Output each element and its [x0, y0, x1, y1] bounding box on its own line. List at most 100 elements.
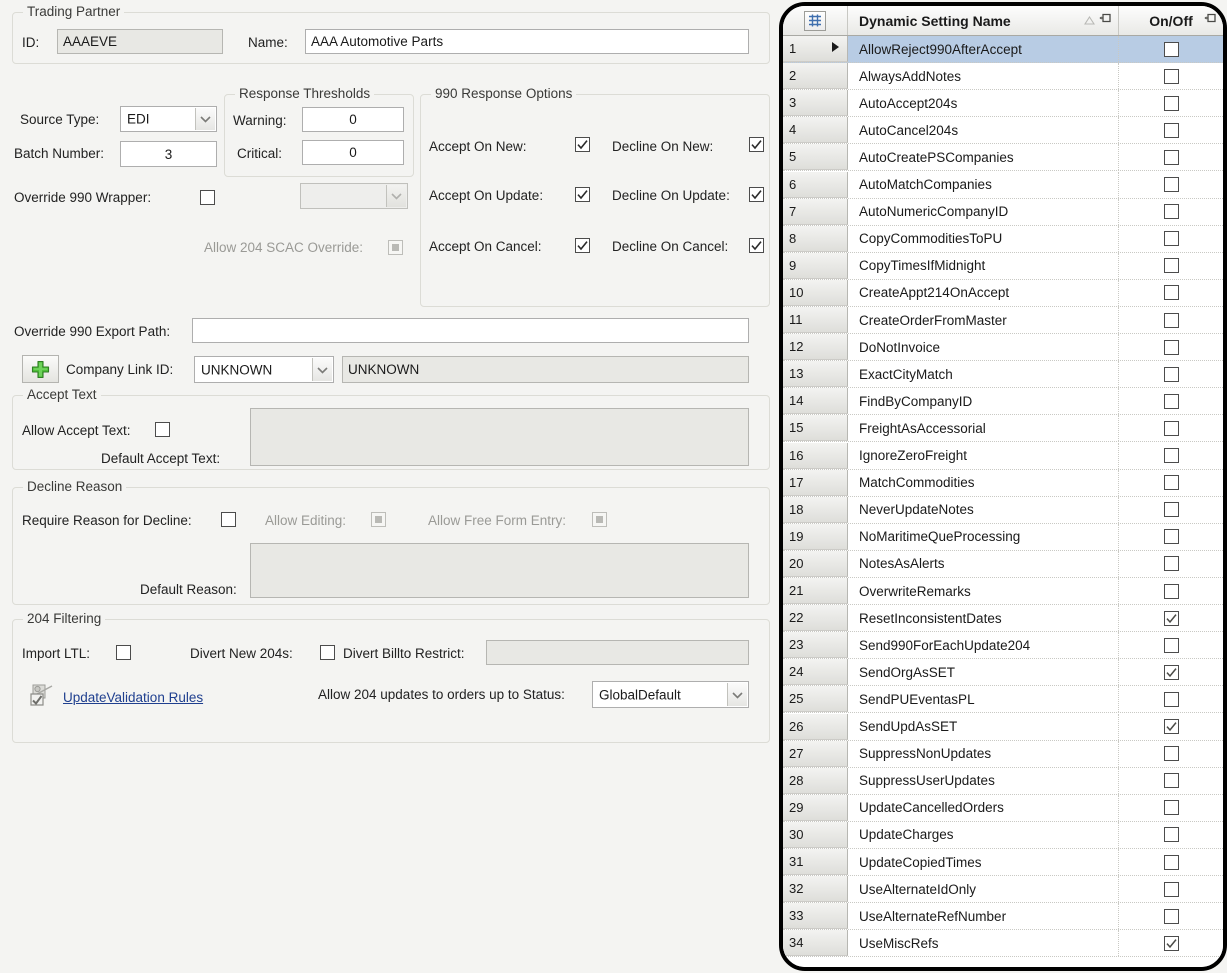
table-row[interactable]: 31UpdateCopiedTimes: [783, 849, 1223, 876]
row-number-cell[interactable]: 7: [783, 199, 848, 225]
row-number-cell[interactable]: 30: [783, 822, 848, 848]
grid-header-name-cell[interactable]: Dynamic Setting Name: [848, 6, 1119, 35]
setting-name-cell[interactable]: ExactCityMatch: [848, 361, 1119, 387]
table-row[interactable]: 25SendPUEventasPL: [783, 686, 1223, 713]
import-ltl-checkbox[interactable]: [116, 645, 131, 660]
row-number-cell[interactable]: 2: [783, 63, 848, 89]
row-number-cell[interactable]: 26: [783, 714, 848, 740]
setting-name-cell[interactable]: SuppressNonUpdates: [848, 741, 1119, 767]
table-row[interactable]: 24SendOrgAsSET: [783, 659, 1223, 686]
setting-name-cell[interactable]: FreightAsAccessorial: [848, 415, 1119, 441]
row-number-cell[interactable]: 16: [783, 443, 848, 469]
setting-onoff-cell[interactable]: [1119, 903, 1223, 929]
setting-checkbox[interactable]: [1164, 96, 1179, 111]
setting-name-cell[interactable]: UseAlternateIdOnly: [848, 876, 1119, 902]
setting-onoff-cell[interactable]: [1119, 199, 1223, 225]
divert-billto-restrict-field[interactable]: [486, 640, 749, 665]
setting-onoff-cell[interactable]: [1119, 741, 1223, 767]
table-row[interactable]: 21OverwriteRemarks: [783, 578, 1223, 605]
row-number-cell[interactable]: 10: [783, 280, 848, 306]
setting-checkbox[interactable]: [1164, 231, 1179, 246]
setting-checkbox[interactable]: [1164, 123, 1179, 138]
setting-checkbox[interactable]: [1164, 719, 1179, 734]
setting-name-cell[interactable]: UpdateCopiedTimes: [848, 849, 1119, 875]
setting-checkbox[interactable]: [1164, 882, 1179, 897]
setting-onoff-cell[interactable]: [1119, 551, 1223, 577]
setting-onoff-cell[interactable]: [1119, 388, 1223, 414]
setting-name-cell[interactable]: AutoMatchCompanies: [848, 172, 1119, 198]
setting-onoff-cell[interactable]: [1119, 443, 1223, 469]
table-row[interactable]: 9CopyTimesIfMidnight: [783, 253, 1223, 280]
row-number-cell[interactable]: 11: [783, 307, 848, 333]
setting-onoff-cell[interactable]: [1119, 280, 1223, 306]
setting-checkbox[interactable]: [1164, 529, 1179, 544]
row-number-cell[interactable]: 32: [783, 876, 848, 902]
setting-onoff-cell[interactable]: [1119, 524, 1223, 550]
table-row[interactable]: 7AutoNumericCompanyID: [783, 199, 1223, 226]
setting-name-cell[interactable]: ResetInconsistentDates: [848, 605, 1119, 631]
setting-name-cell[interactable]: CreateOrderFromMaster: [848, 307, 1119, 333]
setting-onoff-cell[interactable]: [1119, 795, 1223, 821]
add-company-link-button[interactable]: [22, 355, 59, 383]
row-number-cell[interactable]: 5: [783, 144, 848, 170]
row-number-cell[interactable]: 25: [783, 686, 848, 712]
setting-onoff-cell[interactable]: [1119, 36, 1223, 62]
row-number-cell[interactable]: 1: [783, 36, 848, 62]
setting-checkbox[interactable]: [1164, 475, 1179, 490]
row-number-cell[interactable]: 4: [783, 117, 848, 143]
setting-name-cell[interactable]: UseMiscRefs: [848, 930, 1119, 956]
setting-checkbox[interactable]: [1164, 367, 1179, 382]
setting-checkbox[interactable]: [1164, 692, 1179, 707]
table-row[interactable]: 28SuppressUserUpdates: [783, 768, 1223, 795]
table-row[interactable]: 15FreightAsAccessorial: [783, 415, 1223, 442]
setting-checkbox[interactable]: [1164, 42, 1179, 57]
allow-204-updates-status-combo[interactable]: GlobalDefault: [592, 681, 749, 708]
warning-threshold-field[interactable]: [302, 107, 404, 132]
setting-checkbox[interactable]: [1164, 150, 1179, 165]
row-number-cell[interactable]: 9: [783, 253, 848, 279]
setting-checkbox[interactable]: [1164, 584, 1179, 599]
setting-onoff-cell[interactable]: [1119, 768, 1223, 794]
setting-checkbox[interactable]: [1164, 800, 1179, 815]
setting-checkbox[interactable]: [1164, 638, 1179, 653]
row-number-cell[interactable]: 20: [783, 551, 848, 577]
setting-name-cell[interactable]: OverwriteRemarks: [848, 578, 1119, 604]
accept-on-new-checkbox[interactable]: [575, 137, 590, 152]
chevron-down-icon[interactable]: [386, 185, 406, 207]
setting-checkbox[interactable]: [1164, 394, 1179, 409]
setting-name-cell[interactable]: NeverUpdateNotes: [848, 497, 1119, 523]
setting-name-cell[interactable]: NotesAsAlerts: [848, 551, 1119, 577]
company-link-id-combo[interactable]: UNKNOWN: [194, 356, 334, 383]
setting-name-cell[interactable]: MatchCommodities: [848, 470, 1119, 496]
row-number-cell[interactable]: 21: [783, 578, 848, 604]
accept-on-update-checkbox[interactable]: [575, 187, 590, 202]
require-reason-for-decline-checkbox[interactable]: [221, 512, 236, 527]
setting-onoff-cell[interactable]: [1119, 659, 1223, 685]
setting-name-cell[interactable]: AlwaysAddNotes: [848, 63, 1119, 89]
company-link-name-field[interactable]: [342, 356, 749, 383]
accept-on-cancel-checkbox[interactable]: [575, 238, 590, 253]
setting-checkbox[interactable]: [1164, 421, 1179, 436]
setting-checkbox[interactable]: [1164, 746, 1179, 761]
setting-name-cell[interactable]: IgnoreZeroFreight: [848, 443, 1119, 469]
table-row[interactable]: 1AllowReject990AfterAccept: [783, 36, 1223, 63]
setting-checkbox[interactable]: [1164, 936, 1179, 951]
update-validation-rules-link-row[interactable]: UpdateValidation Rules: [28, 682, 203, 713]
setting-name-cell[interactable]: AutoAccept204s: [848, 90, 1119, 116]
row-number-cell[interactable]: 18: [783, 497, 848, 523]
table-row[interactable]: 33UseAlternateRefNumber: [783, 903, 1223, 930]
setting-onoff-cell[interactable]: [1119, 334, 1223, 360]
table-row[interactable]: 30UpdateCharges: [783, 822, 1223, 849]
chevron-down-icon[interactable]: [727, 683, 747, 706]
table-row[interactable]: 18NeverUpdateNotes: [783, 497, 1223, 524]
setting-onoff-cell[interactable]: [1119, 361, 1223, 387]
default-reason-field[interactable]: [250, 543, 749, 598]
row-number-cell[interactable]: 6: [783, 172, 848, 198]
table-row[interactable]: 10CreateAppt214OnAccept: [783, 280, 1223, 307]
setting-checkbox[interactable]: [1164, 340, 1179, 355]
row-number-cell[interactable]: 22: [783, 605, 848, 631]
sort-asc-icon[interactable]: [1084, 12, 1095, 30]
override-990-wrapper-checkbox[interactable]: [200, 190, 215, 205]
table-row[interactable]: 27SuppressNonUpdates: [783, 741, 1223, 768]
row-number-cell[interactable]: 12: [783, 334, 848, 360]
